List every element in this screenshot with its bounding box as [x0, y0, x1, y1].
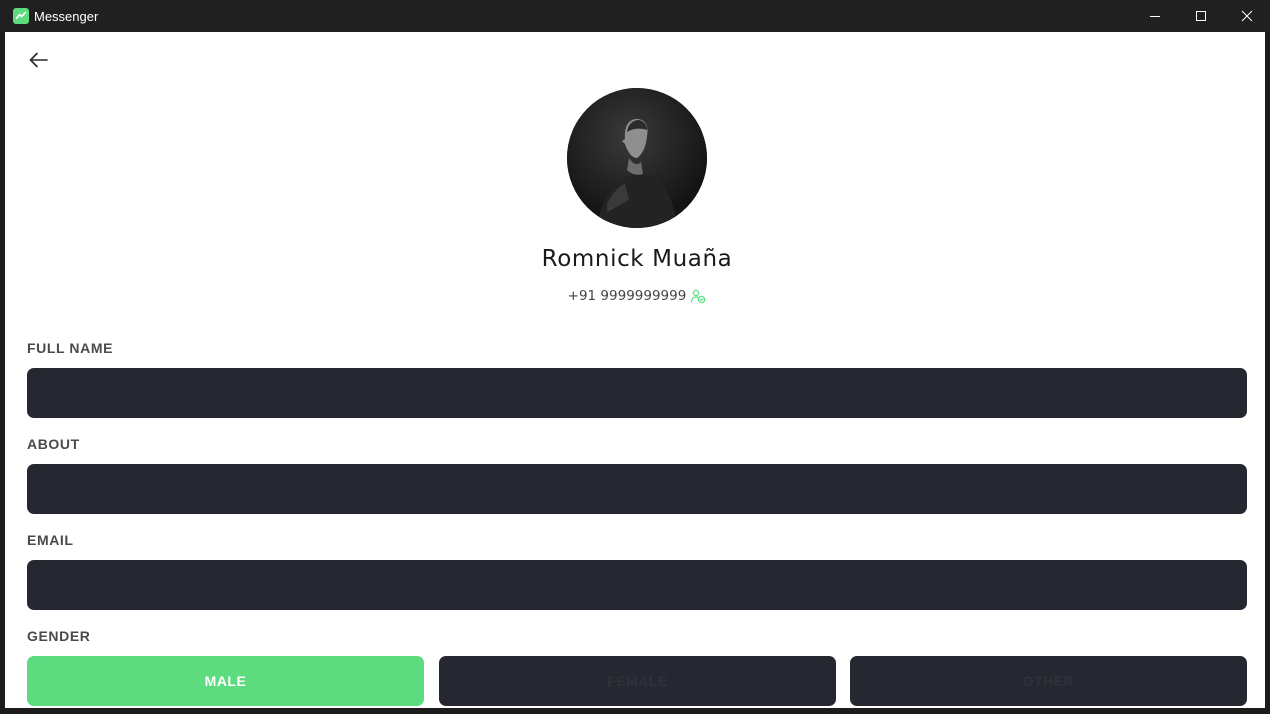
- email-label: EMAIL: [27, 532, 74, 548]
- full-name-label: FULL NAME: [27, 340, 114, 356]
- gender-female-button[interactable]: FEMALE: [439, 656, 836, 706]
- phone-number: +91 9999999999: [567, 288, 687, 304]
- close-icon: [1241, 10, 1253, 22]
- maximize-icon: [1196, 11, 1206, 21]
- back-button[interactable]: [27, 50, 51, 70]
- window-title: Messenger: [34, 9, 99, 24]
- user-verified-icon: [690, 288, 706, 304]
- minimize-button[interactable]: [1132, 0, 1178, 32]
- about-label: ABOUT: [27, 436, 80, 452]
- avatar[interactable]: [567, 88, 707, 228]
- minimize-icon: [1150, 16, 1160, 17]
- profile-page: Romnick Muaña +91 9999999999 FULL NAME A…: [5, 32, 1265, 708]
- profile-photo: [567, 88, 707, 228]
- gender-other-button[interactable]: OTHER: [850, 656, 1247, 706]
- messenger-app-icon: [13, 8, 29, 24]
- arrow-left-icon: [29, 52, 48, 68]
- gender-label: GENDER: [27, 628, 91, 644]
- maximize-button[interactable]: [1178, 0, 1224, 32]
- full-name-input[interactable]: [27, 368, 1247, 418]
- phone-row: +91 9999999999: [5, 288, 1265, 304]
- close-button[interactable]: [1224, 0, 1270, 32]
- email-input[interactable]: [27, 560, 1247, 610]
- profile-name: Romnick Muaña: [541, 246, 733, 272]
- title-bar: Messenger: [0, 0, 1270, 32]
- gender-male-button[interactable]: MALE: [27, 656, 424, 706]
- about-input[interactable]: [27, 464, 1247, 514]
